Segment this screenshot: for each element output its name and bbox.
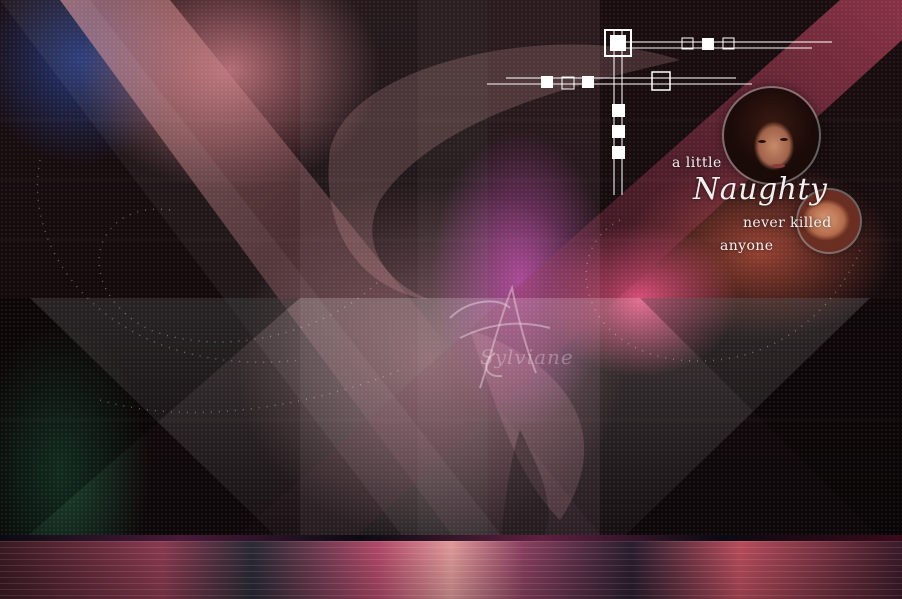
caption-line-3: never killed [743, 215, 832, 231]
watermark-monogram [449, 284, 551, 389]
artwork-canvas: a little Naughty never killed anyone Syl… [0, 0, 902, 599]
watermark-signature: Sylviane [480, 345, 574, 369]
caption-line-1: a little [672, 155, 722, 171]
woman-portrait-avatar [724, 88, 819, 183]
caption-line-4: anyone [720, 238, 774, 254]
stage-floor [0, 541, 902, 599]
caption-naughty: Naughty [693, 172, 828, 207]
